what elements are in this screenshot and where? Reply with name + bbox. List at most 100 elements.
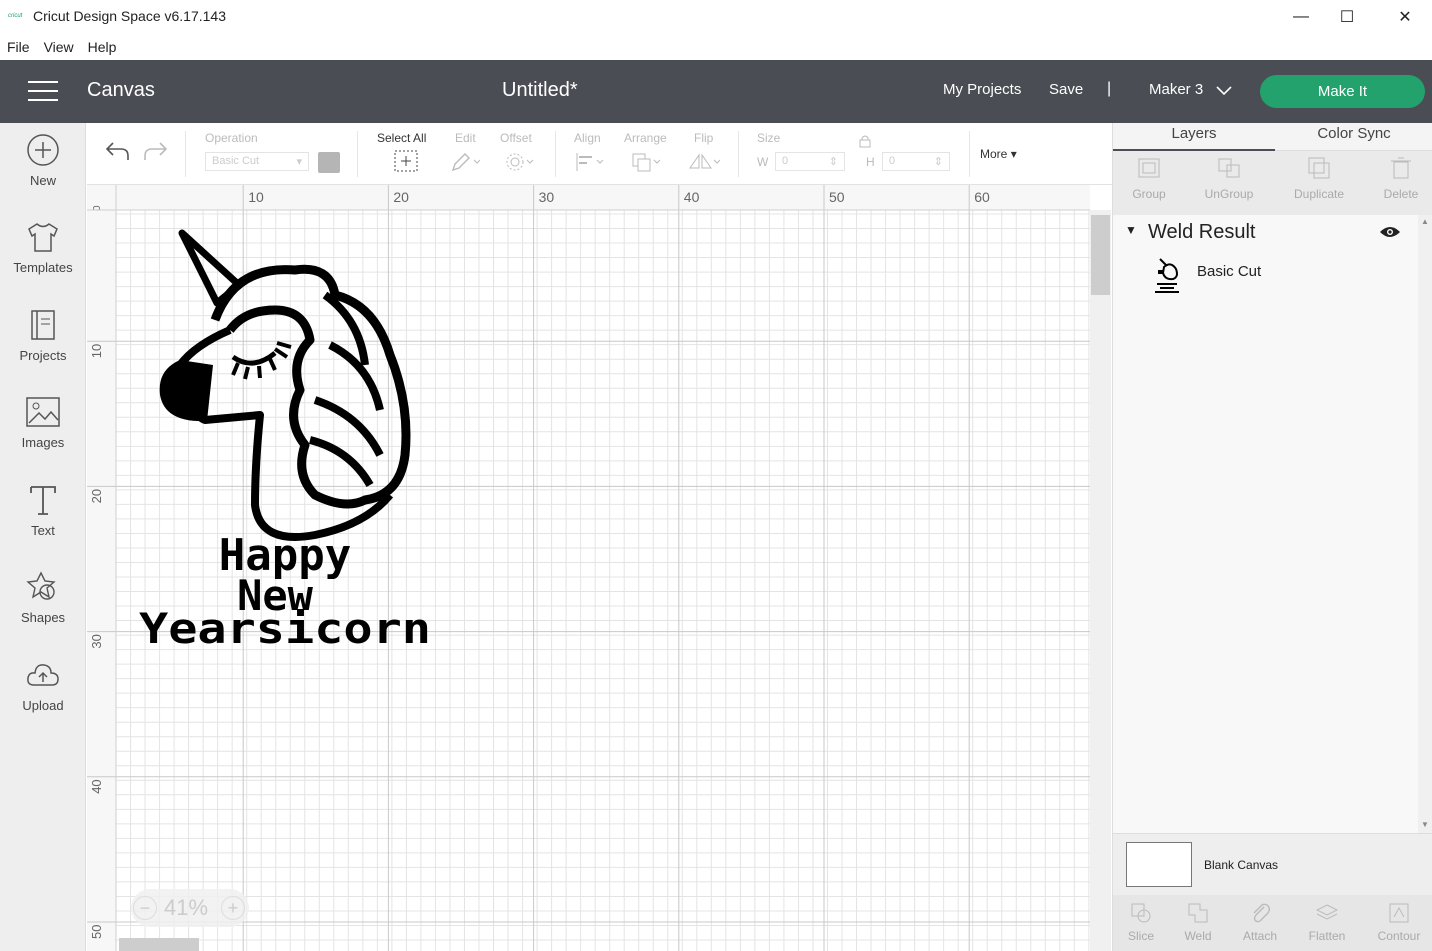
more-menu[interactable]: More ▾ (980, 147, 1017, 161)
height-input[interactable]: 0 ⇕ (882, 152, 950, 171)
zoom-out-button[interactable]: − (133, 896, 157, 920)
my-projects-link[interactable]: My Projects (943, 81, 1021, 98)
ruler-tick-label: 30 (89, 634, 104, 648)
weld-button[interactable]: Weld (1166, 901, 1230, 943)
sidebar-item-images[interactable]: Images (0, 395, 86, 475)
unicorn-design[interactable]: Happy New Yearsicorn (135, 225, 435, 650)
plus-circle-icon (27, 134, 59, 166)
select-all-label: Select All (377, 131, 427, 145)
scroll-down-icon[interactable]: ▼ (1421, 820, 1429, 829)
save-button[interactable]: Save (1049, 81, 1083, 98)
lock-icon[interactable] (858, 134, 872, 148)
sidebar-item-shapes[interactable]: Shapes (0, 570, 86, 650)
flatten-button[interactable]: Flatten (1295, 901, 1359, 943)
blank-canvas-label: Blank Canvas (1204, 858, 1279, 872)
undo-icon[interactable] (104, 140, 130, 162)
bottom-layer-actions: Slice Weld Attach Flatten Contour (1113, 895, 1432, 951)
operation-select[interactable]: Basic Cut ▾ (205, 152, 309, 171)
app-header: Canvas Untitled* My Projects Save | Make… (0, 60, 1432, 123)
ruler-tick-label: 10 (248, 189, 264, 205)
weld-label: Weld (1184, 929, 1212, 943)
ruler-tick-label: 40 (89, 779, 104, 793)
redo-icon[interactable] (143, 140, 169, 162)
chevron-down-icon[interactable] (1216, 86, 1232, 96)
height-value: 0 (889, 155, 896, 167)
maximize-button[interactable]: ☐ (1324, 0, 1370, 33)
offset-label: Offset (500, 131, 532, 145)
duplicate-button[interactable]: Duplicate (1284, 155, 1354, 201)
width-input[interactable]: 0 ⇕ (775, 152, 845, 171)
cricut-logo-icon: cricut (8, 13, 23, 19)
hamburger-menu-icon[interactable] (28, 81, 58, 101)
trash-icon (1391, 157, 1411, 179)
sidebar-item-templates[interactable]: Templates (0, 220, 86, 300)
attach-button[interactable]: Attach (1228, 901, 1292, 943)
width-value: 0 (782, 155, 789, 167)
contour-button[interactable]: Contour (1367, 901, 1431, 943)
blank-canvas-swatch[interactable] (1126, 842, 1192, 887)
menu-file[interactable]: File (0, 36, 37, 58)
ruler-tick-label: 20 (89, 489, 104, 503)
machine-selector[interactable]: Maker 3 (1149, 81, 1203, 98)
scroll-up-icon[interactable]: ▲ (1421, 217, 1429, 226)
sidebar-item-text[interactable]: Text (0, 483, 86, 563)
slice-button[interactable]: Slice (1109, 901, 1173, 943)
flatten-label: Flatten (1308, 929, 1346, 943)
eye-visibility-icon[interactable] (1379, 225, 1401, 239)
collapse-caret-icon[interactable]: ▼ (1125, 223, 1137, 237)
minimize-button[interactable]: — (1278, 0, 1324, 33)
design-text-line3: Yearsicorn (139, 604, 431, 650)
layer-thumbnail (1155, 258, 1179, 293)
layers-panel: Layers Color Sync Group UnGroup Duplicat… (1112, 123, 1432, 951)
menu-view[interactable]: View (37, 36, 81, 58)
ungroup-button[interactable]: UnGroup (1194, 155, 1264, 201)
horizontal-scroll-thumb[interactable] (119, 938, 199, 951)
ruler-tick-label: 30 (539, 189, 555, 205)
image-icon (26, 397, 60, 427)
ruler-tick-label: 50 (829, 189, 845, 205)
vertical-scroll-thumb[interactable] (1091, 215, 1110, 295)
section-title: Canvas (87, 79, 155, 101)
layers-list: ▼ Weld Result Basic Cut (1113, 215, 1418, 833)
sidebar-item-new[interactable]: New (0, 133, 86, 213)
menu-help[interactable]: Help (81, 36, 124, 58)
edit-pen-icon[interactable] (450, 151, 484, 173)
delete-button[interactable]: Delete (1366, 155, 1432, 201)
toolbar-divider (357, 131, 358, 177)
sidebar-label: Projects (19, 348, 67, 363)
vertical-scrollbar[interactable] (1090, 210, 1111, 951)
flip-icon[interactable] (687, 151, 723, 173)
flip-label: Flip (694, 131, 714, 145)
select-all-icon[interactable] (393, 149, 419, 173)
make-it-button[interactable]: Make It (1260, 75, 1425, 108)
layers-scrollbar[interactable]: ▲ ▼ (1418, 215, 1432, 833)
sidebar-item-projects[interactable]: Projects (0, 308, 86, 388)
top-ruler (87, 185, 1090, 210)
flatten-layers-icon (1315, 904, 1339, 920)
blank-canvas-row[interactable]: Blank Canvas (1113, 833, 1432, 895)
layer-item[interactable]: Basic Cut (1113, 251, 1418, 295)
unicorn-closed-eye (231, 351, 277, 366)
arrange-icon[interactable] (630, 151, 664, 173)
arrange-label: Arrange (624, 131, 667, 145)
align-icon[interactable] (574, 151, 608, 173)
tab-color-sync[interactable]: Color Sync (1275, 123, 1432, 151)
layer-group-row[interactable]: ▼ Weld Result (1113, 215, 1418, 249)
toolbar-divider (738, 131, 739, 177)
sidebar-label: Shapes (20, 610, 66, 625)
left-sidebar: New Templates Projects Images Text Shape… (0, 123, 86, 951)
sidebar-label: New (29, 173, 56, 188)
tab-layers[interactable]: Layers (1113, 123, 1275, 151)
toolbar-divider (969, 131, 970, 177)
zoom-in-button[interactable]: + (221, 896, 245, 920)
group-button[interactable]: Group (1114, 155, 1184, 201)
layer-actions: Group UnGroup Duplicate Delete (1113, 151, 1432, 215)
window-title: Cricut Design Space v6.17.143 (33, 8, 226, 24)
group-icon (1138, 158, 1160, 178)
color-swatch[interactable] (318, 152, 340, 173)
toolbar-divider (185, 131, 186, 177)
sidebar-label: Upload (22, 698, 64, 713)
offset-icon[interactable] (503, 151, 537, 173)
close-button[interactable]: ✕ (1382, 0, 1428, 33)
sidebar-item-upload[interactable]: Upload (0, 658, 86, 738)
